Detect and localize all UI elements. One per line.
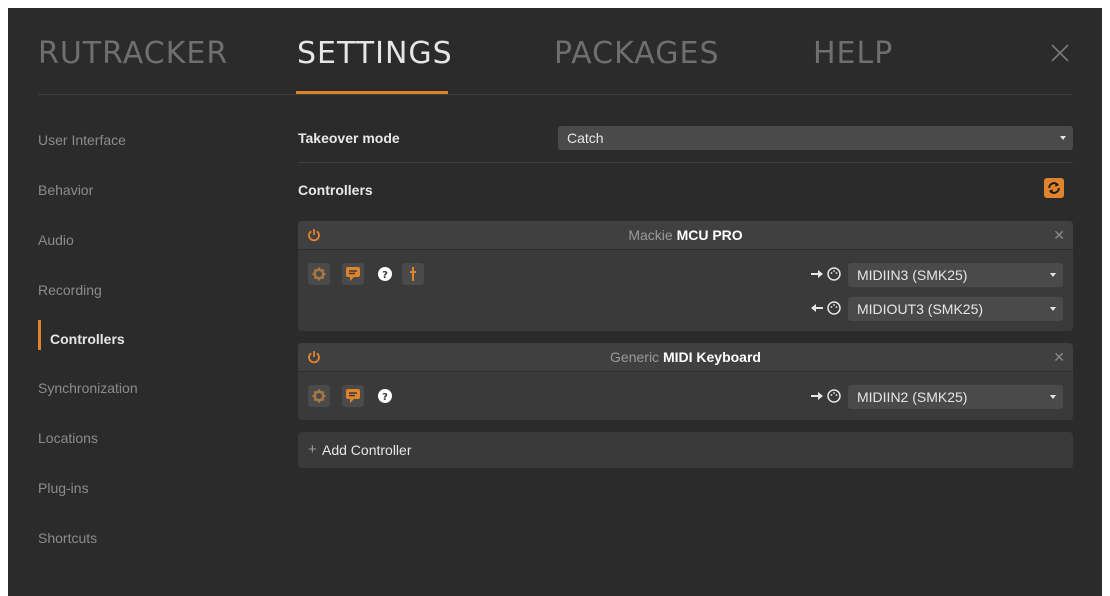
sidebar-item-user-interface[interactable]: User Interface xyxy=(38,130,126,150)
sidebar-active-indicator xyxy=(38,320,41,350)
midi-output-icon xyxy=(810,300,844,316)
midi-input-icon xyxy=(810,388,844,404)
chevron-down-icon xyxy=(1060,136,1066,140)
controller-card: Generic MIDI Keyboard ✕ ? MIDIIN2 (SMK25… xyxy=(298,343,1073,420)
takeover-mode-select[interactable]: Catch xyxy=(558,126,1073,150)
section-divider xyxy=(298,162,1073,163)
sidebar-item-plug-ins[interactable]: Plug-ins xyxy=(38,478,89,498)
controller-card: Mackie MCU PRO ✕ ? MIDIIN3 (SMK25) MIDIO… xyxy=(298,221,1073,331)
help-button[interactable]: ? xyxy=(374,385,396,407)
sidebar-item-controllers[interactable]: Controllers xyxy=(50,329,125,349)
sidebar-item-recording[interactable]: Recording xyxy=(38,280,102,300)
midi-input-value: MIDIIN2 (SMK25) xyxy=(857,389,968,405)
gear-icon xyxy=(312,389,326,403)
controller-title: Mackie MCU PRO xyxy=(298,227,1073,243)
remove-controller-icon[interactable]: ✕ xyxy=(1053,349,1065,366)
speech-bubble-icon xyxy=(346,389,360,403)
midi-output-value: MIDIOUT3 (SMK25) xyxy=(857,301,984,317)
controller-title: Generic MIDI Keyboard xyxy=(298,349,1073,365)
controller-card-header: Mackie MCU PRO ✕ xyxy=(298,221,1073,250)
controller-vendor: Mackie xyxy=(628,227,673,243)
plus-icon: + xyxy=(308,441,317,458)
settings-gear-button[interactable] xyxy=(308,263,330,285)
controller-model: MIDI Keyboard xyxy=(662,349,761,365)
sidebar-item-synchronization[interactable]: Synchronization xyxy=(38,378,138,398)
add-controller-button[interactable]: + Add Controller xyxy=(298,432,1073,468)
mapping-button[interactable] xyxy=(402,263,424,285)
sidebar-item-audio[interactable]: Audio xyxy=(38,230,74,250)
chevron-down-icon xyxy=(1050,395,1056,399)
help-button[interactable]: ? xyxy=(374,263,396,285)
gear-icon xyxy=(312,267,326,281)
controller-model: MCU PRO xyxy=(676,227,743,243)
chevron-down-icon xyxy=(1050,273,1056,277)
controllers-heading: Controllers xyxy=(298,182,373,198)
comment-button[interactable] xyxy=(342,385,364,407)
tab-settings[interactable]: SETTINGS xyxy=(297,36,453,72)
tab-help[interactable]: HELP xyxy=(813,36,893,72)
sidebar-item-behavior[interactable]: Behavior xyxy=(38,180,93,200)
close-icon[interactable] xyxy=(1045,38,1075,68)
add-controller-label: Add Controller xyxy=(322,442,412,458)
help-icon: ? xyxy=(378,389,392,403)
tab-packages[interactable]: PACKAGES xyxy=(554,36,720,72)
remove-controller-icon[interactable]: ✕ xyxy=(1053,227,1065,244)
takeover-mode-label: Takeover mode xyxy=(298,130,400,146)
refresh-controllers-button[interactable] xyxy=(1044,178,1064,198)
midi-input-value: MIDIIN3 (SMK25) xyxy=(857,267,968,283)
controller-vendor: Generic xyxy=(610,349,660,365)
help-icon: ? xyxy=(378,267,392,281)
header-divider xyxy=(38,94,1072,95)
settings-window: RUTRACKER SETTINGS PACKAGES HELP User In… xyxy=(8,8,1102,596)
takeover-mode-value: Catch xyxy=(567,130,604,146)
midi-input-select[interactable]: MIDIIN2 (SMK25) xyxy=(848,385,1063,409)
svg-text:?: ? xyxy=(382,392,388,403)
sidebar-item-shortcuts[interactable]: Shortcuts xyxy=(38,528,97,548)
midi-output-select[interactable]: MIDIOUT3 (SMK25) xyxy=(848,297,1063,321)
chevron-down-icon xyxy=(1050,307,1056,311)
midi-input-select[interactable]: MIDIIN3 (SMK25) xyxy=(848,263,1063,287)
refresh-icon xyxy=(1048,182,1060,194)
pin-icon xyxy=(410,267,416,281)
settings-gear-button[interactable] xyxy=(308,385,330,407)
svg-text:?: ? xyxy=(382,270,388,281)
midi-input-icon xyxy=(810,266,844,282)
tab-rutracker[interactable]: RUTRACKER xyxy=(38,36,228,72)
controller-card-header: Generic MIDI Keyboard ✕ xyxy=(298,343,1073,372)
comment-button[interactable] xyxy=(342,263,364,285)
speech-bubble-icon xyxy=(346,267,360,281)
sidebar-item-locations[interactable]: Locations xyxy=(38,428,98,448)
